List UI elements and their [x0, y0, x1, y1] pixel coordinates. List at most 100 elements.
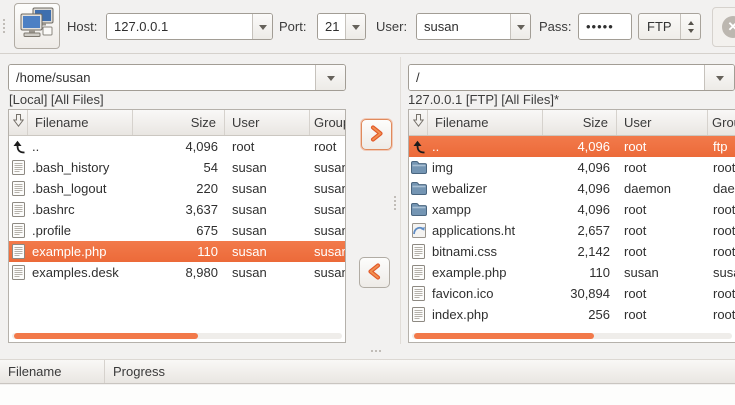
table-row[interactable]: ..4,096rootroot	[9, 136, 345, 157]
updir-icon	[9, 140, 28, 154]
user-dropdown-button[interactable]	[510, 14, 530, 39]
local-path-combo[interactable]: /home/susan	[8, 64, 346, 91]
remote-path-combo[interactable]: /	[408, 64, 735, 91]
cell-filename: index.php	[428, 307, 546, 322]
table-row[interactable]: xampp4,096rootroot	[409, 199, 735, 220]
column-header-group[interactable]: Group	[708, 110, 735, 135]
host-input[interactable]: 127.0.0.1	[107, 14, 252, 39]
local-file-list: Filename Size User Group ..4,096rootroot…	[8, 109, 346, 343]
table-row[interactable]: ..4,096rootftp	[409, 136, 735, 157]
column-header-size[interactable]: Size	[543, 110, 617, 135]
cell-size: 4,096	[546, 160, 617, 175]
sort-column-header[interactable]	[409, 110, 428, 135]
connect-computers-icon	[18, 6, 56, 47]
column-header-filename[interactable]: Filename	[428, 110, 543, 135]
stop-button[interactable]: ✕	[712, 7, 735, 47]
cell-size: 4,096	[136, 139, 225, 154]
queue-resize-handle[interactable]	[371, 350, 373, 352]
panel-resize-handle[interactable]	[394, 196, 396, 198]
table-row[interactable]: webalizer4,096daemondaemon	[409, 178, 735, 199]
table-row[interactable]: applications.ht2,657rootroot	[409, 220, 735, 241]
chevron-down-icon	[327, 76, 335, 85]
column-header-filename[interactable]: Filename	[28, 110, 133, 135]
host-dropdown-button[interactable]	[252, 14, 272, 39]
remote-horizontal-scrollbar[interactable]	[412, 333, 732, 339]
cell-filename: .bash_logout	[28, 181, 136, 196]
table-row[interactable]: .bash_logout220susansusan	[9, 178, 345, 199]
cell-user: susan	[225, 181, 310, 196]
file-icon	[9, 160, 28, 175]
sort-column-header[interactable]	[9, 110, 28, 135]
user-label: User:	[376, 19, 407, 34]
table-row[interactable]: favicon.ico30,894rootroot	[409, 283, 735, 304]
local-horizontal-scrollbar[interactable]	[12, 333, 342, 339]
user-combo[interactable]: susan	[416, 13, 531, 40]
user-input[interactable]: susan	[417, 14, 510, 39]
cell-group: susan	[310, 223, 345, 238]
cell-size: 8,980	[136, 265, 225, 280]
table-row[interactable]: img4,096rootroot	[409, 157, 735, 178]
cell-group: root	[708, 244, 735, 259]
file-icon	[9, 244, 28, 259]
port-combo[interactable]: 21	[317, 13, 366, 40]
protocol-selector[interactable]: FTP	[638, 13, 701, 40]
html-icon	[409, 223, 428, 238]
cell-user: root	[617, 139, 708, 154]
transfer-left-button[interactable]	[359, 257, 390, 288]
queue-column-progress[interactable]: Progress	[105, 360, 735, 383]
cell-group: susan	[708, 265, 735, 280]
file-icon	[9, 265, 28, 280]
cell-filename: favicon.ico	[428, 286, 546, 301]
table-row[interactable]: .bash_history54susansusan	[9, 157, 345, 178]
scrollbar-thumb[interactable]	[14, 333, 198, 339]
cell-user: susan	[225, 265, 310, 280]
column-header-user[interactable]: User	[225, 110, 310, 135]
cell-size: 4,096	[546, 139, 617, 154]
scrollbar-thumb[interactable]	[414, 333, 594, 339]
host-label: Host:	[67, 19, 97, 34]
cell-group: root	[708, 202, 735, 217]
remote-list-body: ..4,096rootftpimg4,096rootrootwebalizer4…	[409, 136, 735, 325]
file-icon	[409, 307, 428, 322]
table-row[interactable]: index.php256rootroot	[409, 304, 735, 325]
queue-column-filename[interactable]: Filename	[0, 360, 105, 383]
protocol-value: FTP	[639, 14, 680, 39]
protocol-spin-buttons[interactable]	[680, 14, 700, 39]
remote-path-dropdown-button[interactable]	[704, 65, 734, 90]
cell-size: 54	[136, 160, 225, 175]
remote-path-input[interactable]: /	[409, 65, 704, 90]
table-row[interactable]: bitnami.css2,142rootroot	[409, 241, 735, 262]
password-input[interactable]: •••••	[578, 13, 632, 40]
column-header-user[interactable]: User	[617, 110, 708, 135]
transfer-right-button[interactable]	[361, 119, 392, 150]
cell-filename: bitnami.css	[428, 244, 546, 259]
cell-filename: ..	[428, 139, 546, 154]
file-icon	[409, 286, 428, 301]
toolbar-drag-handle[interactable]	[3, 19, 5, 21]
table-row[interactable]: example.php110susansusan	[409, 262, 735, 283]
cell-group: root	[708, 223, 735, 238]
chevron-left-icon	[367, 263, 382, 283]
table-row[interactable]: example.php110susansusan	[9, 241, 345, 262]
cell-group: root	[310, 139, 345, 154]
local-path-input[interactable]: /home/susan	[9, 65, 315, 90]
cell-group: susan	[310, 160, 345, 175]
panel-divider	[400, 57, 401, 344]
cell-filename: applications.ht	[428, 223, 546, 238]
column-header-size[interactable]: Size	[133, 110, 225, 135]
connect-button[interactable]	[14, 3, 60, 49]
transfer-queue-header: Filename Progress	[0, 359, 735, 384]
transfer-queue-list	[0, 385, 735, 405]
local-path-dropdown-button[interactable]	[315, 65, 345, 90]
local-list-header: Filename Size User Group	[9, 110, 345, 136]
column-header-group[interactable]: Group	[310, 110, 345, 135]
cell-filename: .bash_history	[28, 160, 136, 175]
table-row[interactable]: examples.desk8,980susansusan	[9, 262, 345, 283]
spin-up-icon	[688, 18, 694, 25]
table-row[interactable]: .profile675susansusan	[9, 220, 345, 241]
table-row[interactable]: .bashrc3,637susansusan	[9, 199, 345, 220]
cell-filename: examples.desk	[28, 265, 136, 280]
host-combo[interactable]: 127.0.0.1	[106, 13, 273, 40]
port-dropdown-button[interactable]	[345, 14, 365, 39]
port-input[interactable]: 21	[318, 14, 345, 39]
